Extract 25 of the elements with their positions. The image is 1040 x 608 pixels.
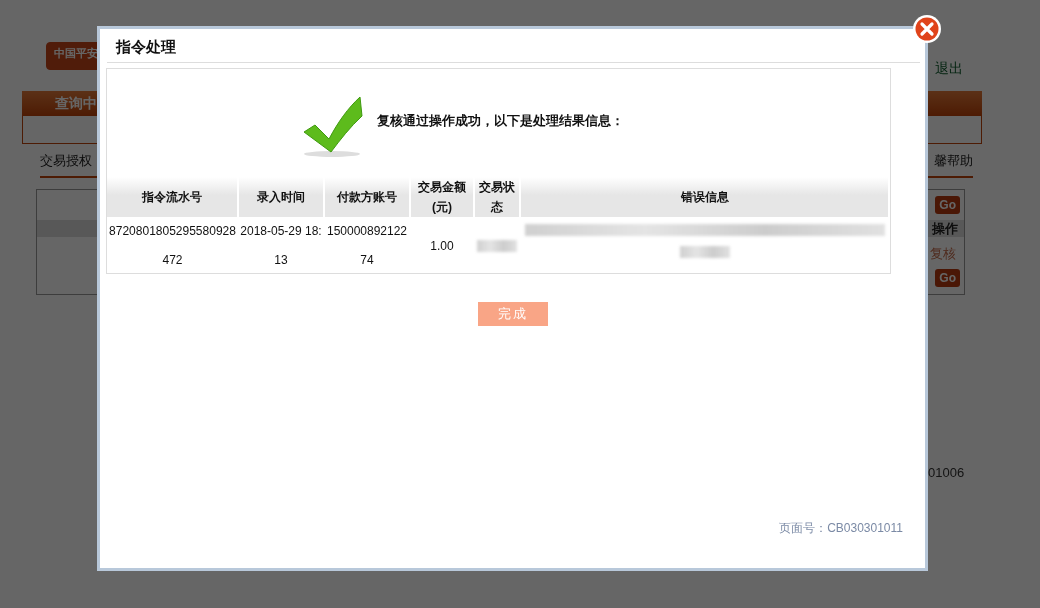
column-header: 交易金额(元) bbox=[410, 177, 474, 217]
column-header: 指令流水号 bbox=[107, 177, 238, 217]
go-button[interactable]: Go bbox=[935, 269, 960, 287]
breadcrumb[interactable]: 交易授权 bbox=[40, 152, 92, 176]
page-number: 页面号：CB030301011 bbox=[779, 521, 903, 535]
review-link[interactable]: 复核 bbox=[930, 245, 956, 263]
table-cell: 15000089212274 bbox=[324, 217, 410, 275]
column-header: 付款方账号 bbox=[324, 177, 410, 217]
blurred-text bbox=[679, 246, 730, 258]
table-cell: 8720801805295580928472 bbox=[107, 217, 238, 275]
column-header: 错误信息 bbox=[520, 177, 889, 217]
close-icon[interactable] bbox=[912, 14, 942, 44]
table-cell: 2018-05-29 18:13 bbox=[238, 217, 324, 275]
dialog-title: 指令处理 bbox=[116, 37, 177, 57]
column-header: 操作 bbox=[932, 220, 958, 237]
checkmark-icon bbox=[302, 94, 364, 158]
table-cell: 1.00 bbox=[410, 217, 474, 275]
help-link[interactable]: 馨帮助 bbox=[934, 152, 973, 176]
column-header: 录入时间 bbox=[238, 177, 324, 217]
logout-link[interactable]: 退出 bbox=[935, 60, 963, 91]
column-header: 交易状态 bbox=[474, 177, 520, 217]
go-button[interactable]: Go bbox=[935, 196, 960, 214]
done-button[interactable]: 完成 bbox=[477, 302, 548, 326]
blurred-text bbox=[477, 240, 517, 252]
page-code: 01006 bbox=[928, 465, 966, 480]
